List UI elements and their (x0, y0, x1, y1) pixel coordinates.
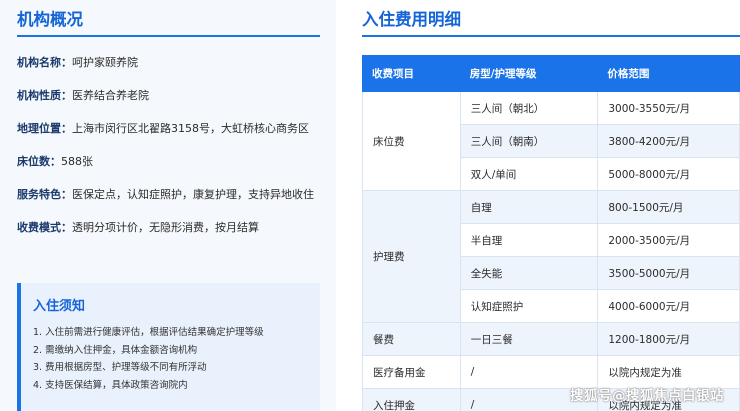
price-cell: 4000-6000元/月 (597, 289, 740, 323)
table-row: 护理费 自理 800-1500元/月 (362, 190, 740, 323)
fees-divider (362, 35, 740, 37)
price-cell: 800-1500元/月 (597, 190, 740, 224)
notice-item: 3. 费用根据房型、护理等级不同有所浮动 (33, 362, 207, 373)
price-cell: 3500-5000元/月 (597, 256, 740, 290)
notice-title: 入住须知 (33, 299, 86, 314)
info-label: 收费模式： (17, 221, 72, 234)
type-cell: 双人/单间 (459, 157, 599, 191)
info-value: 上海市闵行区北翟路3158号，大虹桥核心商务区 (72, 122, 309, 135)
column-header: 收费项目 (362, 55, 461, 92)
info-value: 透明分项计价，无隐形消费，按月结算 (72, 221, 259, 234)
type-cell: 全失能 (459, 256, 599, 290)
type-cell: 半自理 (459, 223, 599, 257)
watermark: 搜狐号@搜狐焦点白银站 (570, 388, 724, 404)
category-cell: 护理费 (362, 190, 461, 323)
info-value: 医养结合养老院 (72, 89, 149, 102)
table-row: 床位费 三人间（朝北） 3000-3550元/月 (362, 91, 740, 191)
table-header-row: 收费项目 房型/护理等级 价格范围 (362, 55, 740, 92)
fees-title: 入住费用明细 (362, 10, 461, 29)
fee-table: 收费项目 房型/护理等级 价格范围 床位费 三人间（朝北） 3000-3550元… (362, 55, 740, 411)
notice-item: 2. 需缴纳入住押金，具体金额咨询机构 (33, 344, 198, 356)
notice-box: 入住须知 1. 入住前需进行健康评估，根据评估结果确定护理等级 2. 需缴纳入住… (17, 283, 320, 411)
type-cell: 一日三餐 (459, 322, 599, 356)
price-cell: 2000-3500元/月 (597, 223, 740, 257)
table-row: 餐费 一日三餐 1200-1800元/月 (362, 322, 740, 356)
info-value: 588张 (61, 155, 93, 168)
category-cell: 床位费 (362, 91, 461, 191)
type-cell: 自理 (459, 190, 599, 224)
price-cell: 5000-8000元/月 (597, 157, 740, 191)
category-cell: 医疗备用金 (362, 355, 461, 389)
info-label: 地理位置： (17, 122, 72, 135)
fees-panel: 入住费用明细 收费项目 房型/护理等级 价格范围 床位费 三人间（朝北） 300… (345, 0, 740, 411)
info-label: 机构性质： (17, 89, 72, 102)
info-row-billing: 收费模式：透明分项计价，无隐形消费，按月结算 (17, 217, 323, 238)
notice-item: 1. 入住前需进行健康评估，根据评估结果确定护理等级 (33, 327, 264, 338)
info-label: 机构名称： (17, 56, 72, 69)
info-row-nature: 机构性质：医养结合养老院 (17, 85, 323, 106)
info-value: 呵护家颐养院 (72, 56, 138, 69)
info-row-features: 服务特色：医保定点，认知症照护，康复护理，支持异地收住 (17, 184, 323, 205)
category-cell: 餐费 (362, 322, 461, 356)
overview-title: 机构概况 (17, 10, 83, 29)
type-cell: 三人间（朝南） (459, 124, 599, 158)
column-header: 房型/护理等级 (459, 55, 599, 92)
info-row-location: 地理位置：上海市闵行区北翟路3158号，大虹桥核心商务区 (17, 118, 323, 139)
column-header: 价格范围 (597, 55, 740, 92)
info-row-name: 机构名称：呵护家颐养院 (17, 52, 323, 73)
price-cell: 3800-4200元/月 (597, 124, 740, 158)
notice-item: 4. 支持医保结算，具体政策咨询院内 (33, 379, 188, 391)
info-row-beds: 床位数：588张 (17, 151, 323, 172)
price-cell: 3000-3550元/月 (597, 91, 740, 125)
info-label: 服务特色： (17, 188, 72, 201)
info-label: 床位数： (17, 155, 61, 168)
overview-divider (17, 35, 320, 37)
type-cell: 三人间（朝北） (459, 91, 599, 125)
price-cell: 1200-1800元/月 (597, 322, 740, 356)
info-value: 医保定点，认知症照护，康复护理，支持异地收住 (72, 188, 314, 201)
type-cell: 认知症照护 (459, 289, 599, 323)
category-cell: 入住押金 (362, 388, 461, 411)
